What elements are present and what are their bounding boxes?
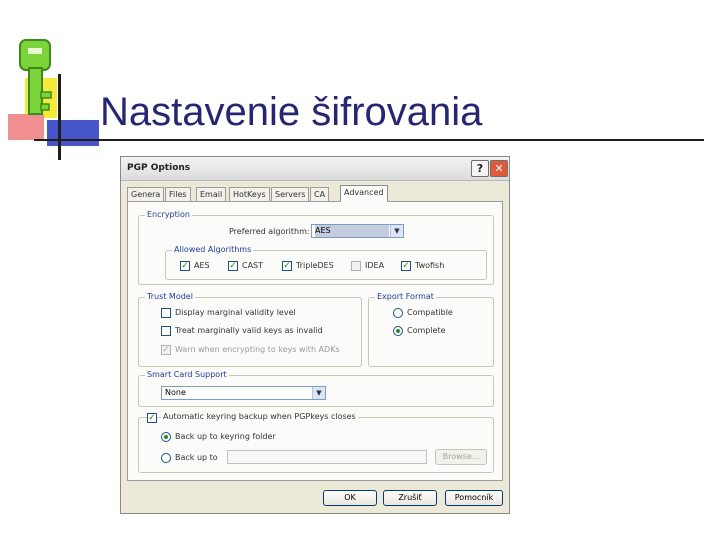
preferred-algorithm-label: Preferred algorithm: [229,227,310,236]
encryption-group-label: Encryption [145,210,192,219]
checkbox-idea[interactable]: ✓ [351,261,361,271]
dialog-titlebar[interactable]: PGP Options ? ✕ [121,157,509,181]
browse-button[interactable]: Browse... [435,449,487,465]
radio-backup-to[interactable] [161,453,171,463]
checkbox-aes[interactable]: ✓ [180,261,190,271]
trust-model-label: Trust Model [145,292,195,301]
smart-card-value: None [165,388,186,397]
slide-title: Nastavenie šifrovania [100,90,483,134]
encryption-group: Encryption Preferred algorithm: AES ▼ Al… [138,210,494,285]
export-format-label: Export Format [375,292,436,301]
radio-compatible[interactable] [393,308,403,318]
tab-advanced[interactable]: Advanced [340,185,388,202]
tab-ca[interactable]: CA [310,187,330,201]
tab-general[interactable]: Genera [127,187,165,201]
backup-keyring-folder-label: Back up to keyring folder [175,432,276,441]
close-icon[interactable]: ✕ [490,160,508,177]
tab-email[interactable]: Email [196,187,227,201]
idea-label: IDEA [365,261,385,270]
tab-files[interactable]: Files [165,187,191,201]
checkbox-auto-backup[interactable]: ✓ [147,413,157,423]
radio-backup-keyring-folder[interactable] [161,432,171,442]
twofish-label: Twofish [415,261,445,270]
cancel-button[interactable]: Zrušiť [383,490,437,506]
auto-backup-label: Automatic keyring backup when PGPkeys cl… [161,412,358,421]
preferred-algorithm-value: AES [315,225,389,237]
radio-complete[interactable] [393,326,403,336]
smart-card-group: Smart Card Support None ▼ [138,370,494,407]
smart-card-select[interactable]: None ▼ [161,386,326,400]
backup-path-input[interactable] [227,450,427,464]
smart-card-label: Smart Card Support [145,370,229,379]
treat-marginal-label: Treat marginally valid keys as invalid [175,326,323,335]
aes-label: AES [194,261,210,270]
help-title-button[interactable]: ? [471,160,489,177]
trust-model-group: Trust Model ✓ Display marginal validity … [138,292,362,367]
checkbox-treat-marginal[interactable]: ✓ [161,326,171,336]
key-icon [19,39,52,115]
pgp-options-dialog: PGP Options ? ✕ Genera Files Email HotKe… [120,156,510,514]
radio-selected-dot [164,435,168,439]
tripledes-label: TripleDES [296,261,334,270]
dialog-title: PGP Options [127,163,191,173]
backup-to-label: Back up to [175,453,218,462]
backup-group: ✓ Automatic keyring backup when PGPkeys … [138,412,494,473]
tab-hotkeys[interactable]: HotKeys [229,187,270,201]
cast-label: CAST [242,261,264,270]
checkbox-display-marginal[interactable]: ✓ [161,308,171,318]
advanced-panel: Encryption Preferred algorithm: AES ▼ Al… [127,201,503,481]
allowed-algorithms-label: Allowed Algorithms [172,245,254,254]
checkbox-twofish[interactable]: ✓ [401,261,411,271]
warn-adk-label: Warn when encrypting to keys with ADKs [175,345,340,354]
allowed-algorithms-group: Allowed Algorithms ✓ AES ✓ CAST ✓ Triple… [165,245,487,280]
tab-servers[interactable]: Servers [271,187,310,201]
chevron-down-icon[interactable]: ▼ [312,387,325,399]
checkbox-warn-adk[interactable]: ✓ [161,345,171,355]
decor-horizontal-line [34,139,704,141]
compatible-label: Compatible [407,308,453,317]
checkbox-cast[interactable]: ✓ [228,261,238,271]
ok-button[interactable]: OK [323,490,377,506]
help-button[interactable]: Pomocník [445,490,503,506]
preferred-algorithm-select[interactable]: AES ▼ [311,224,404,238]
chevron-down-icon[interactable]: ▼ [390,225,403,237]
display-marginal-label: Display marginal validity level [175,308,296,317]
checkbox-tripledes[interactable]: ✓ [282,261,292,271]
complete-label: Complete [407,326,446,335]
radio-selected-dot [396,329,400,333]
export-format-group: Export Format Compatible Complete [368,292,494,367]
